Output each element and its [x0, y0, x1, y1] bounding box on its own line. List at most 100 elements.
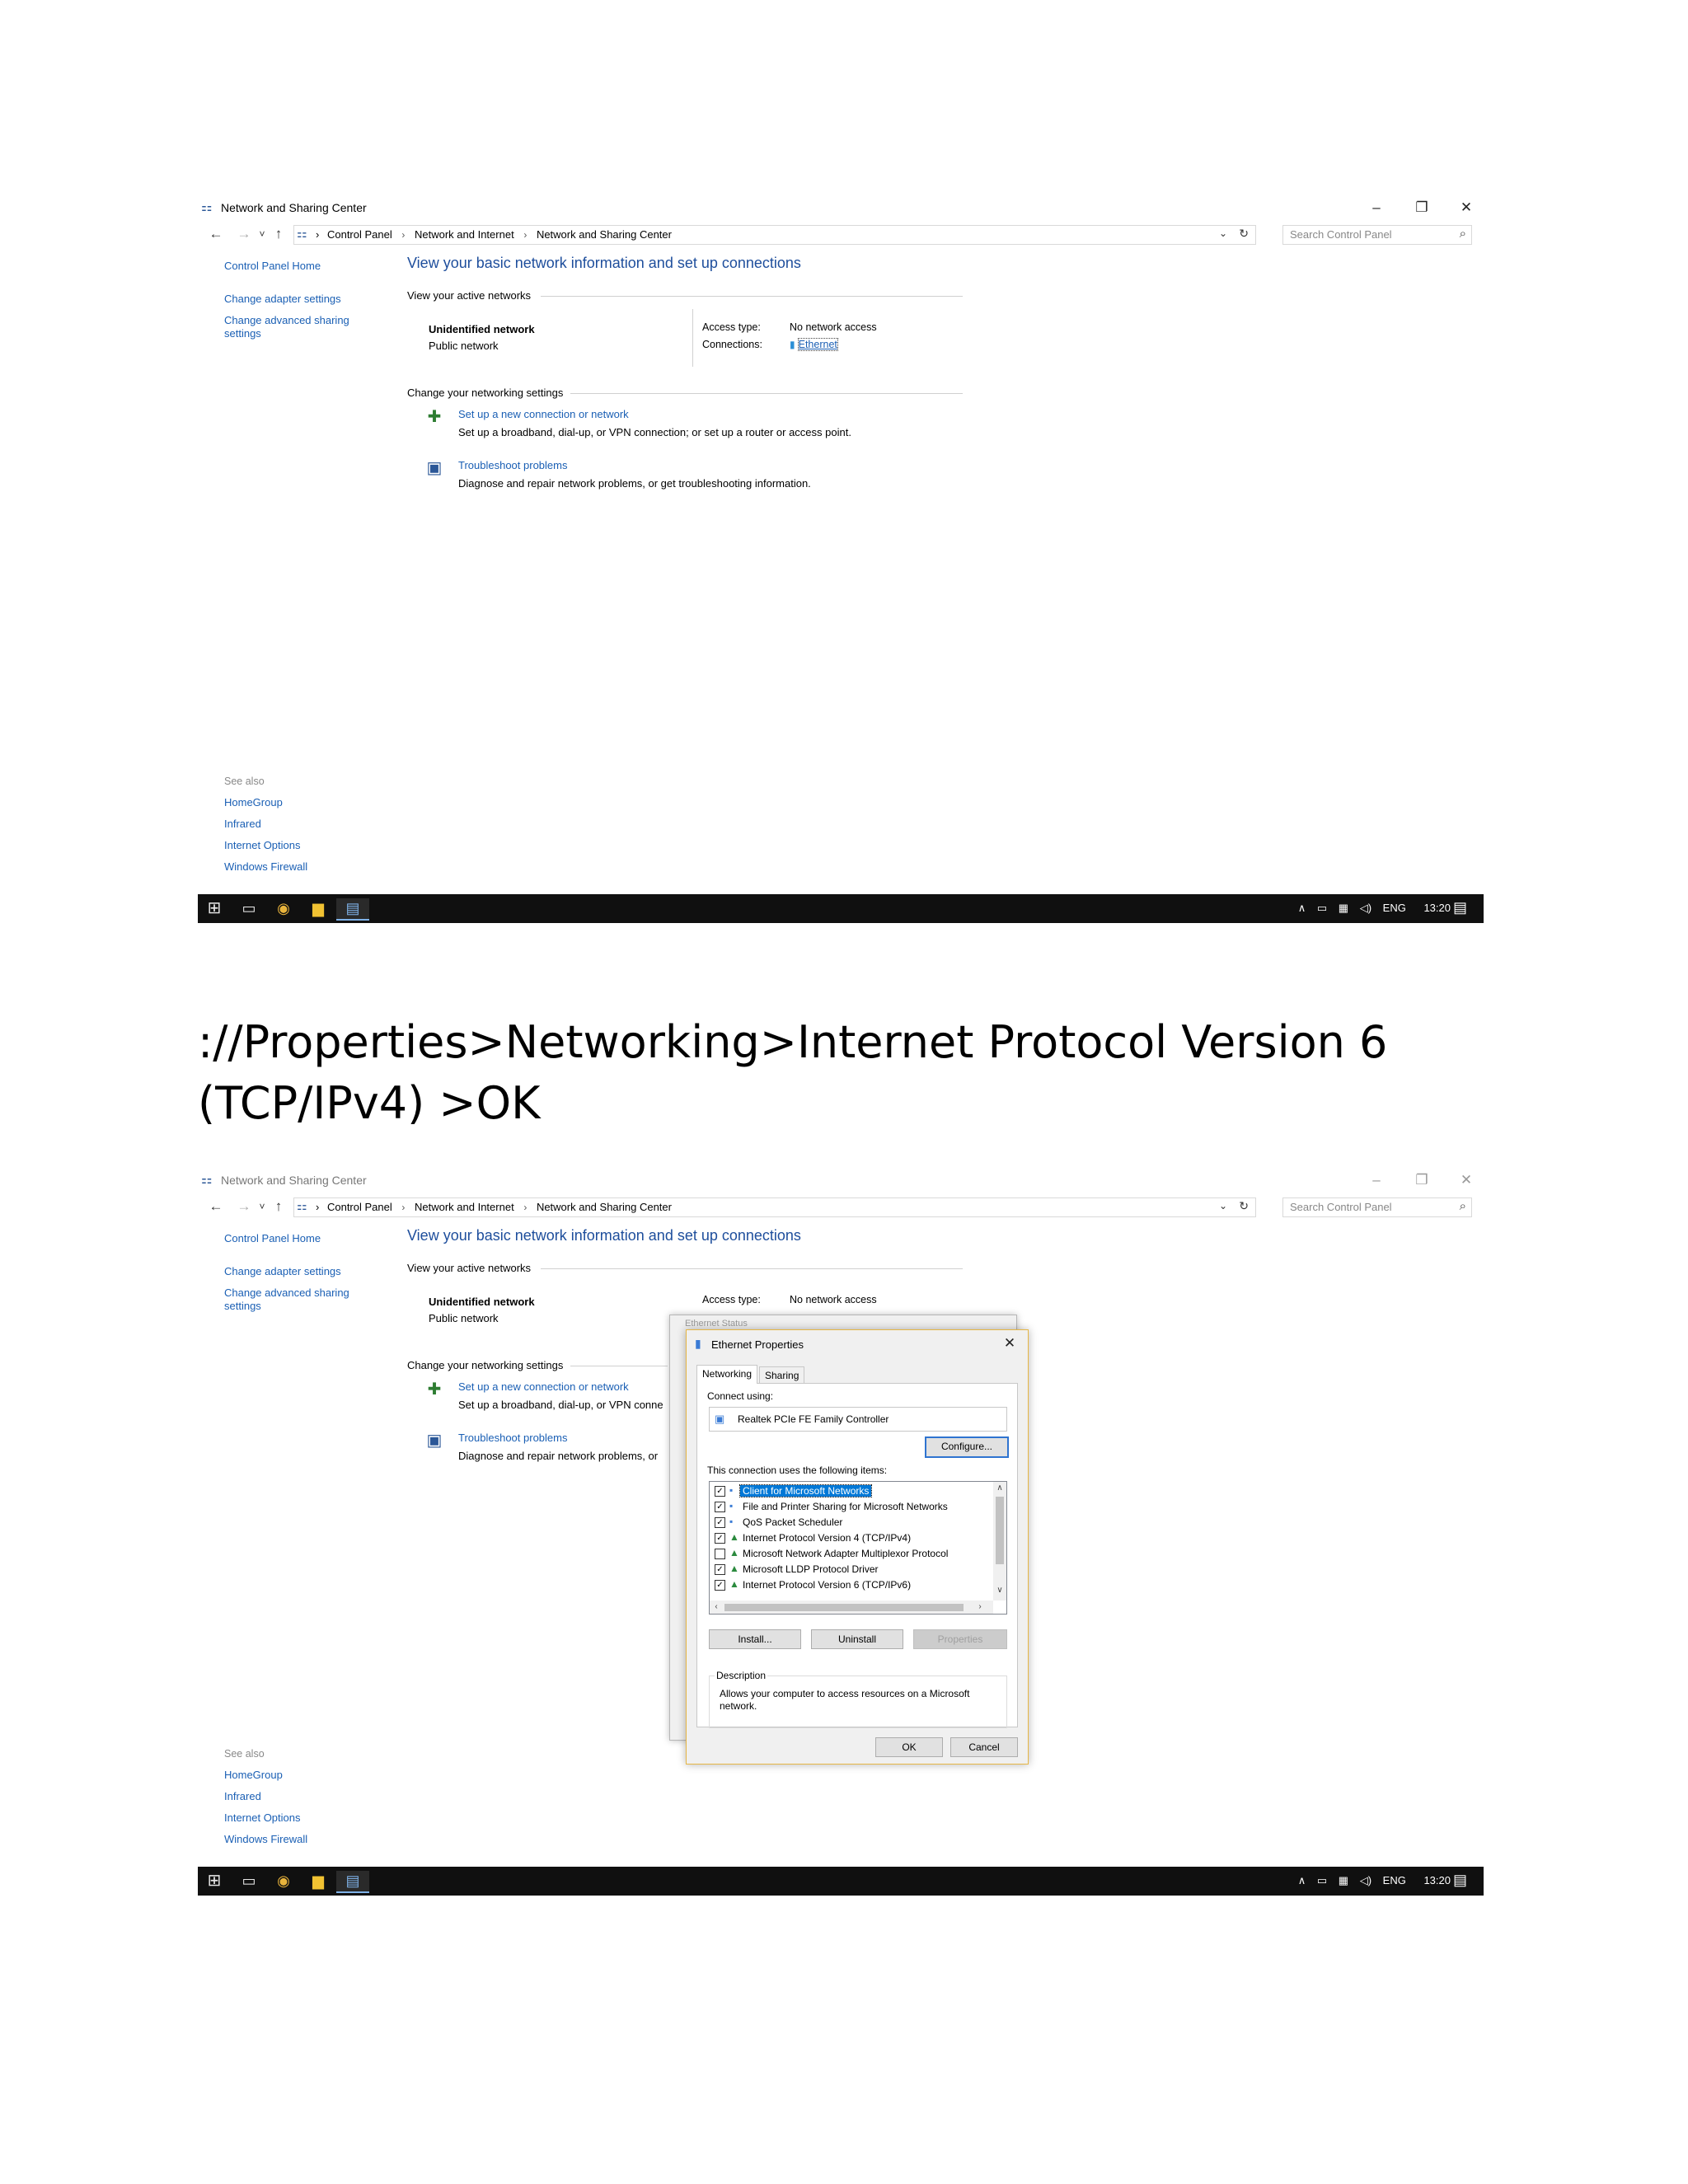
close-button[interactable]: ✕	[1450, 1169, 1483, 1191]
list-item[interactable]: ✓ ▲ Internet Protocol Version 6 (TCP/IPv…	[715, 1577, 987, 1592]
search-box[interactable]: Search Control Panel ⌕	[1282, 225, 1472, 245]
file-explorer-icon[interactable]: ▆	[302, 898, 335, 919]
connection-items-list[interactable]: ✓ ▪ Client for Microsoft Networks ✓ ▪ Fi…	[709, 1481, 1007, 1615]
list-item[interactable]: ▲ Microsoft Network Adapter Multiplexor …	[715, 1546, 987, 1561]
infrared-link[interactable]: Infrared	[224, 818, 261, 831]
checkbox[interactable]	[715, 1549, 725, 1559]
refresh-icon[interactable]: ↻	[1239, 227, 1249, 241]
clock[interactable]: 13:20	[1423, 1874, 1451, 1886]
battery-icon[interactable]: ▭	[1317, 1874, 1327, 1886]
install-button[interactable]: Install...	[709, 1629, 801, 1649]
chevron-up-icon[interactable]: ∧	[1298, 902, 1306, 914]
restore-button[interactable]: ❐	[1405, 1169, 1438, 1191]
language-indicator[interactable]: ENG	[1383, 1874, 1406, 1886]
refresh-icon[interactable]: ↻	[1239, 1199, 1249, 1213]
back-button[interactable]: ←	[206, 223, 226, 245]
action-center-icon[interactable]: ▤	[1453, 899, 1467, 916]
windows-firewall-link[interactable]: Windows Firewall	[224, 1833, 307, 1846]
control-panel-home-link[interactable]: Control Panel Home	[224, 1232, 321, 1245]
new-connection-link[interactable]: Set up a new connection or network	[458, 1380, 629, 1394]
volume-icon[interactable]: ◁)	[1360, 902, 1372, 914]
ethernet-link[interactable]: Ethernet	[797, 338, 838, 351]
crumb-network-internet[interactable]: Network and Internet	[415, 1201, 514, 1213]
chrome-icon[interactable]: ◉	[267, 1871, 300, 1891]
cancel-button[interactable]: Cancel	[950, 1737, 1018, 1757]
infrared-link[interactable]: Infrared	[224, 1790, 261, 1803]
windows-firewall-link[interactable]: Windows Firewall	[224, 860, 307, 874]
restore-button[interactable]: ❐	[1405, 197, 1438, 218]
ok-button[interactable]: OK	[875, 1737, 943, 1757]
control-panel-home-link[interactable]: Control Panel Home	[224, 260, 321, 273]
checkbox[interactable]: ✓	[715, 1517, 725, 1528]
horizontal-scrollbar[interactable]: ‹ ›	[710, 1601, 993, 1614]
forward-button[interactable]: →	[234, 1196, 254, 1217]
up-button[interactable]: ↑	[269, 1196, 288, 1217]
vertical-scrollbar[interactable]: ∧ ∨	[993, 1482, 1006, 1601]
network-icon[interactable]: ▦	[1339, 902, 1348, 914]
change-adapter-settings-link[interactable]: Change adapter settings	[224, 293, 341, 306]
action-center-icon[interactable]: ▤	[1453, 1872, 1467, 1889]
task-view-icon[interactable]: ▭	[232, 1871, 265, 1891]
task-view-icon[interactable]: ▭	[232, 898, 265, 919]
back-button[interactable]: ←	[206, 1196, 226, 1217]
address-dropdown-icon[interactable]: ⌄	[1219, 1200, 1227, 1212]
scroll-thumb[interactable]	[724, 1604, 964, 1611]
properties-button[interactable]: Properties	[913, 1629, 1007, 1649]
minimize-button[interactable]: –	[1360, 1169, 1393, 1191]
volume-icon[interactable]: ◁)	[1360, 1874, 1372, 1886]
change-adapter-settings-link[interactable]: Change adapter settings	[224, 1265, 341, 1278]
homegroup-link[interactable]: HomeGroup	[224, 796, 283, 809]
crumb-control-panel[interactable]: Control Panel	[327, 1201, 392, 1213]
clock[interactable]: 13:20	[1423, 902, 1451, 914]
battery-icon[interactable]: ▭	[1317, 902, 1327, 914]
address-bar[interactable]: ⚏ › Control Panel › Network and Internet…	[293, 1197, 1256, 1217]
change-advanced-sharing-link[interactable]: Change advanced sharing settings	[224, 314, 364, 340]
troubleshoot-link[interactable]: Troubleshoot problems	[458, 1432, 567, 1445]
uninstall-button[interactable]: Uninstall	[811, 1629, 903, 1649]
crumb-network-internet[interactable]: Network and Internet	[415, 228, 514, 241]
checkbox[interactable]: ✓	[715, 1533, 725, 1544]
chevron-up-icon[interactable]: ∧	[1298, 1874, 1306, 1886]
configure-button[interactable]: Configure...	[925, 1436, 1009, 1458]
network-icon[interactable]: ▦	[1339, 1874, 1348, 1886]
start-button-icon[interactable]: ⊞	[198, 898, 231, 919]
checkbox[interactable]: ✓	[715, 1502, 725, 1512]
up-button[interactable]: ↑	[269, 223, 288, 245]
checkbox[interactable]: ✓	[715, 1580, 725, 1591]
address-bar[interactable]: ⚏ › Control Panel › Network and Internet…	[293, 225, 1256, 245]
close-button[interactable]: ✕	[1450, 197, 1483, 218]
list-item[interactable]: ✓ ▲ Microsoft LLDP Protocol Driver	[715, 1562, 987, 1577]
minimize-button[interactable]: –	[1360, 197, 1393, 218]
checkbox[interactable]: ✓	[715, 1486, 725, 1497]
start-button-icon[interactable]: ⊞	[198, 1871, 231, 1891]
control-panel-taskbar-icon[interactable]: ▤	[336, 898, 369, 921]
search-box[interactable]: Search Control Panel ⌕	[1282, 1197, 1472, 1217]
chevron-left-icon[interactable]: ‹	[710, 1602, 723, 1611]
list-item[interactable]: ✓ ▪ File and Printer Sharing for Microso…	[715, 1499, 987, 1514]
chevron-right-icon[interactable]: ›	[973, 1602, 987, 1611]
chevron-down-icon[interactable]: ∨	[993, 1586, 1006, 1595]
list-item[interactable]: ✓ ▪ Client for Microsoft Networks	[715, 1483, 987, 1498]
change-advanced-sharing-link[interactable]: Change advanced sharing settings	[224, 1286, 364, 1313]
dialog-close-button[interactable]: ✕	[998, 1333, 1021, 1353]
homegroup-link[interactable]: HomeGroup	[224, 1769, 283, 1782]
tab-networking[interactable]: Networking	[696, 1365, 758, 1384]
internet-options-link[interactable]: Internet Options	[224, 839, 301, 852]
chrome-icon[interactable]: ◉	[267, 898, 300, 919]
checkbox[interactable]: ✓	[715, 1564, 725, 1575]
internet-options-link[interactable]: Internet Options	[224, 1811, 301, 1825]
search-icon[interactable]: ⌕	[1460, 1199, 1466, 1213]
scroll-thumb[interactable]	[996, 1497, 1004, 1564]
control-panel-taskbar-icon[interactable]: ▤	[336, 1871, 369, 1893]
new-connection-link[interactable]: Set up a new connection or network	[458, 408, 629, 421]
forward-button[interactable]: →	[234, 223, 254, 245]
language-indicator[interactable]: ENG	[1383, 902, 1406, 914]
tab-sharing[interactable]: Sharing	[759, 1366, 805, 1385]
address-dropdown-icon[interactable]: ⌄	[1219, 227, 1227, 239]
chevron-up-icon[interactable]: ∧	[993, 1483, 1006, 1493]
crumb-network-center[interactable]: Network and Sharing Center	[537, 1201, 672, 1213]
crumb-network-center[interactable]: Network and Sharing Center	[537, 228, 672, 241]
search-icon[interactable]: ⌕	[1460, 227, 1466, 241]
file-explorer-icon[interactable]: ▆	[302, 1871, 335, 1891]
list-item[interactable]: ✓ ▪ QoS Packet Scheduler	[715, 1515, 987, 1530]
